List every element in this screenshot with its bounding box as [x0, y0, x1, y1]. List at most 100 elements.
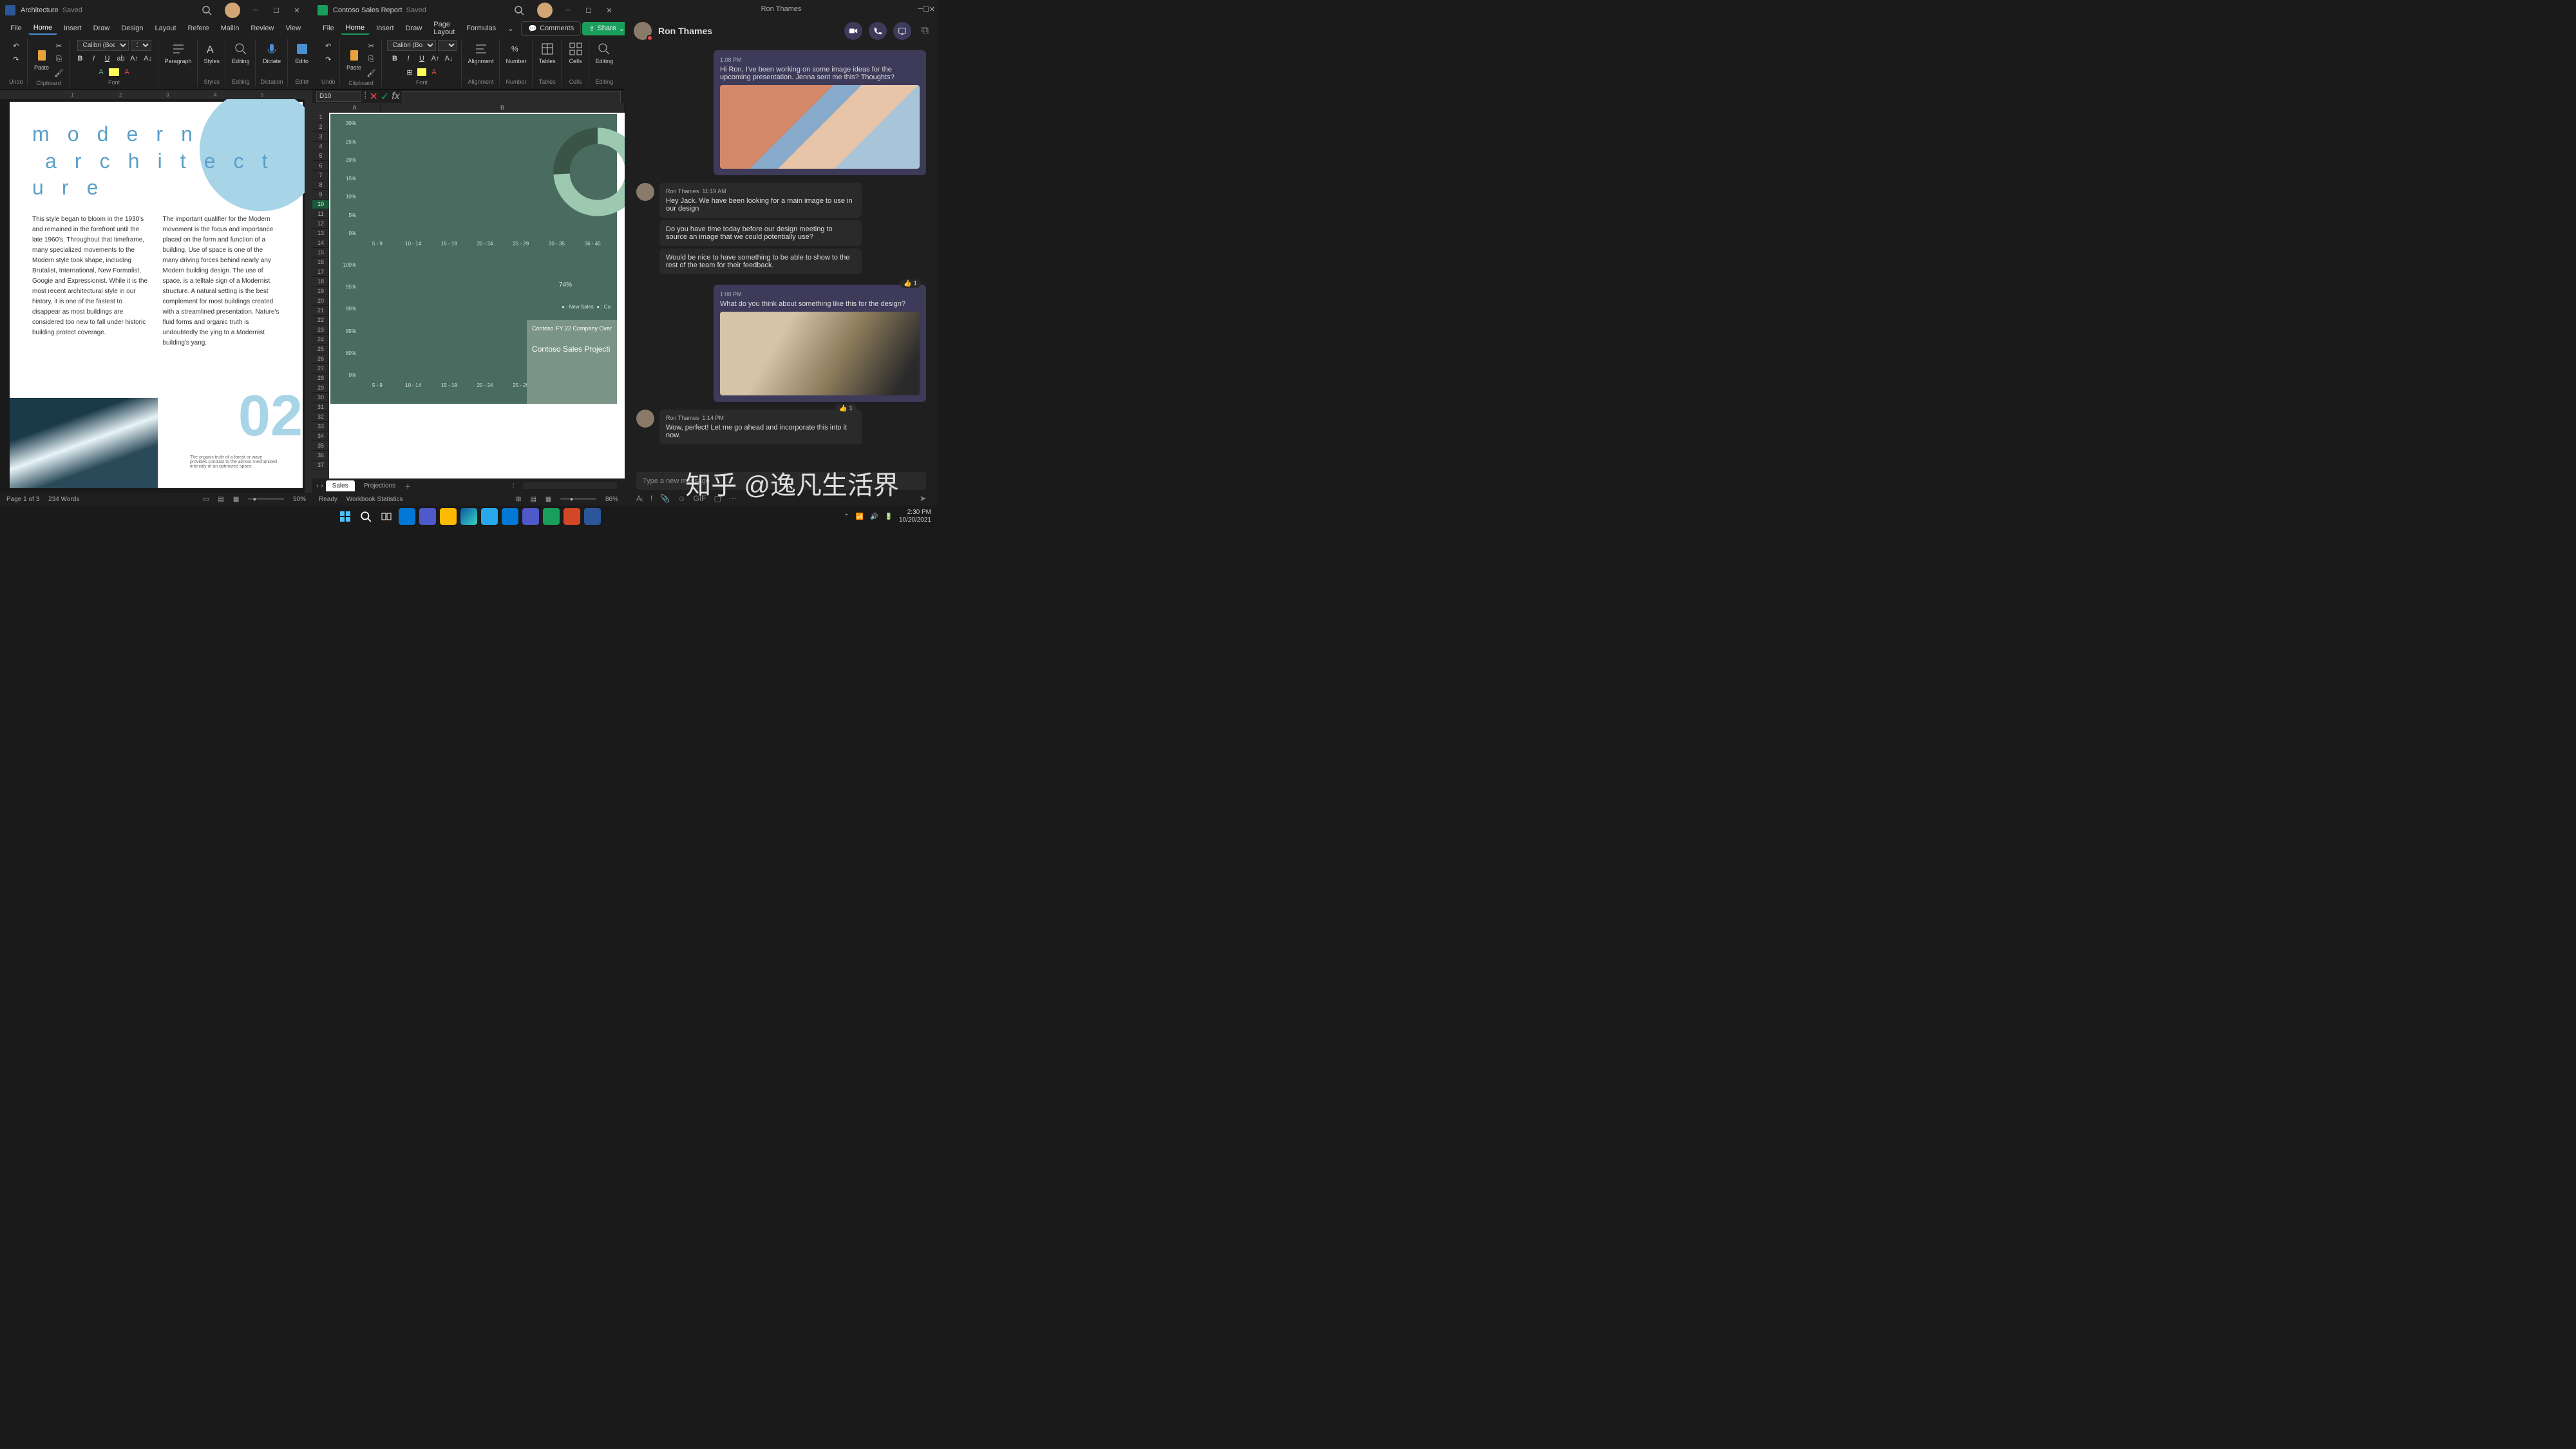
message-in[interactable]: Ron Thames 11:19 AM Hey Jack. We have be…	[659, 183, 862, 218]
tables-button[interactable]: Tables	[538, 40, 557, 66]
audio-call-button[interactable]	[869, 22, 887, 40]
word-icon[interactable]	[584, 508, 601, 525]
undo-button[interactable]: ↶	[10, 40, 22, 52]
share-button[interactable]: ⇪ Share ⌄	[582, 22, 631, 35]
message-out[interactable]: 1:08 PM Hi Ron, I've been working on som…	[714, 50, 926, 175]
user-avatar[interactable]	[537, 3, 553, 18]
message-out[interactable]: 👍 1 1:08 PM What do you think about some…	[714, 285, 926, 402]
copy-button[interactable]: ⎘	[366, 53, 377, 65]
maximize-button[interactable]: ☐	[266, 0, 287, 21]
status-wb[interactable]: Workbook Statistics	[346, 496, 403, 503]
tab-formulas[interactable]: Formulas	[461, 23, 501, 34]
zoom-slider[interactable]: ─●──────	[248, 496, 284, 503]
maximize-button[interactable]: ☐	[578, 0, 599, 21]
tab-file[interactable]: File	[317, 23, 339, 34]
tab-references[interactable]: Refere	[183, 23, 214, 34]
dictate-button[interactable]: Dictate	[261, 40, 282, 66]
font-color-button[interactable]: A	[428, 66, 440, 78]
search-icon[interactable]	[514, 5, 524, 15]
widgets-icon[interactable]	[399, 508, 415, 525]
border-button[interactable]: ⊞	[404, 66, 415, 78]
row-headers[interactable]: 1234567891011121314151617181920212223242…	[312, 113, 329, 478]
video-call-button[interactable]	[844, 22, 862, 40]
image-attachment[interactable]	[720, 85, 920, 169]
cells-button[interactable]: Cells	[567, 40, 585, 66]
font-name-select[interactable]: Calibri (Body)	[387, 40, 436, 51]
message-in[interactable]: 👍 1 Ron Thames 1:14 PM Wow, perfect! Let…	[659, 410, 862, 444]
tab-layout[interactable]: Layout	[150, 23, 182, 34]
minimize-button[interactable]: ─	[558, 0, 578, 21]
excel-sheet-area[interactable]: A B 123456789101112131415161718192021222…	[312, 103, 625, 478]
zoom-value[interactable]: 50%	[293, 496, 306, 503]
tab-draw[interactable]: Draw	[401, 23, 428, 34]
chat-icon[interactable]	[419, 508, 436, 525]
shrink-font-button[interactable]: A↓	[142, 53, 154, 64]
fx-dropdown-icon[interactable]: ⁞	[364, 91, 366, 102]
sheet-prev-icon[interactable]: ‹	[316, 482, 318, 489]
minimize-button[interactable]: ─	[918, 5, 923, 14]
fill-color-button[interactable]	[417, 68, 426, 76]
image-attachment[interactable]	[720, 312, 920, 395]
cut-button[interactable]: ✂	[366, 40, 377, 52]
paste-button[interactable]: Paste	[33, 46, 51, 72]
paragraph-button[interactable]: Paragraph	[164, 40, 193, 66]
tab-insert[interactable]: Insert	[59, 23, 87, 34]
task-view-button[interactable]	[378, 508, 395, 525]
redo-button[interactable]: ↷	[323, 53, 334, 65]
editor-button[interactable]: Edito	[293, 40, 311, 66]
font-size-select[interactable]: 11	[438, 40, 457, 51]
text-effect-button[interactable]: A	[95, 66, 107, 78]
cancel-icon[interactable]: ✕	[369, 90, 377, 103]
styles-button[interactable]: A Styles	[203, 40, 222, 66]
sheet-tab-sales[interactable]: Sales	[326, 480, 355, 491]
store-icon[interactable]	[481, 508, 498, 525]
undo-button[interactable]: ↶	[323, 40, 334, 52]
sheet-next-icon[interactable]: ›	[321, 482, 323, 489]
send-icon[interactable]: ➤	[920, 494, 926, 503]
formula-input[interactable]	[402, 91, 621, 102]
underline-button[interactable]: U	[416, 53, 428, 64]
outlook-icon[interactable]	[502, 508, 518, 525]
format-icon[interactable]: Aᵢ	[636, 494, 643, 503]
sticker-icon[interactable]: ▢	[714, 494, 721, 503]
editing-button[interactable]: Editing	[231, 40, 251, 66]
view-web-icon[interactable]: ▦	[233, 496, 239, 503]
message-in[interactable]: Would be nice to have something to be ab…	[659, 249, 862, 274]
horizontal-scrollbar[interactable]	[523, 482, 617, 489]
column-headers[interactable]: A B	[329, 103, 625, 113]
font-color-button[interactable]: A	[121, 66, 133, 78]
number-button[interactable]: % Number	[505, 40, 528, 66]
sender-avatar[interactable]	[636, 410, 654, 428]
name-box[interactable]	[316, 91, 361, 102]
more-icon[interactable]: ⋯	[729, 494, 737, 503]
status-words[interactable]: 234 Words	[48, 496, 79, 503]
add-sheet-icon[interactable]: ＋	[404, 481, 411, 491]
bold-button[interactable]: B	[389, 53, 401, 64]
sheet-tab-projections[interactable]: Projections	[357, 480, 402, 491]
view-layout-icon[interactable]: ▤	[530, 496, 536, 503]
contact-avatar[interactable]	[634, 22, 652, 40]
format-painter-button[interactable]: 🖌	[53, 67, 65, 79]
tab-more[interactable]: ⌄	[502, 23, 518, 35]
tab-file[interactable]: File	[5, 23, 27, 34]
attach-icon[interactable]: 📎	[660, 494, 670, 503]
underline-button[interactable]: U	[102, 53, 113, 64]
font-name-select[interactable]: Calibri (Body)	[77, 40, 129, 51]
priority-icon[interactable]: !	[650, 494, 652, 503]
sheet-menu-icon[interactable]: ⋮	[510, 482, 516, 489]
teams-icon[interactable]	[522, 508, 539, 525]
view-print-icon[interactable]: ▤	[218, 496, 223, 503]
messages-area[interactable]: 1:08 PM Hi Ron, I've been working on som…	[625, 44, 938, 467]
reaction-badge[interactable]: 👍 1	[835, 404, 857, 413]
volume-icon[interactable]: 🔊	[870, 513, 878, 520]
italic-button[interactable]: I	[88, 53, 100, 64]
collapse-ribbon-icon[interactable]: ⌃	[305, 79, 310, 86]
shrink-font-button[interactable]: A↓	[443, 53, 455, 64]
italic-button[interactable]: I	[402, 53, 414, 64]
view-read-icon[interactable]: ▭	[203, 496, 209, 503]
close-button[interactable]: ✕	[599, 0, 620, 21]
search-icon[interactable]	[202, 5, 212, 15]
search-button[interactable]	[357, 508, 374, 525]
bold-button[interactable]: B	[75, 53, 86, 64]
status-ready[interactable]: Ready	[319, 496, 337, 503]
